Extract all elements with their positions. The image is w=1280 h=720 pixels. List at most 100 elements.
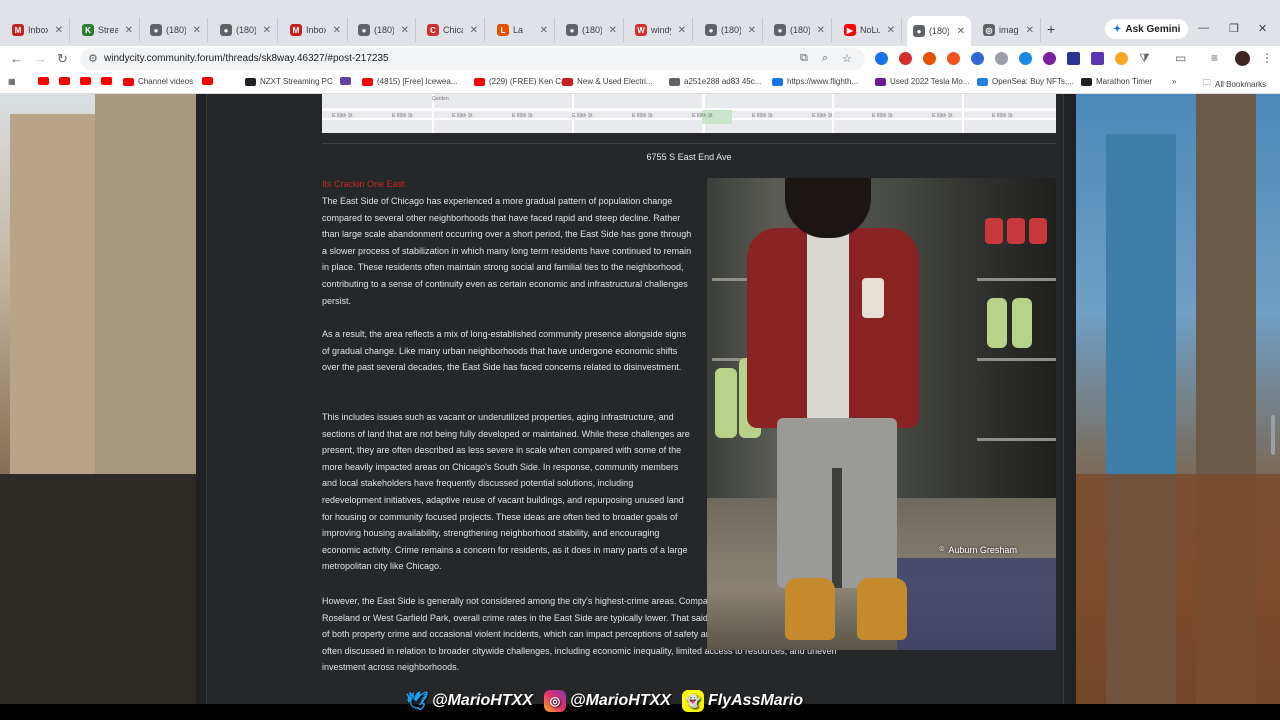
tab-title: La — [513, 25, 524, 35]
browser-tab[interactable]: ● (180) ✕ — [352, 18, 416, 42]
tab-strip: M Inbox ✕ K Stream ✕ ● (180) ✕ ● (180) ✕ M Inbox ✕ ● (18… — [0, 0, 1280, 46]
browser-toolbar: ← → ↻ ⚙ windycity.community.forum/thread… — [0, 46, 1280, 72]
side-panel-icon[interactable]: ▭ — [1175, 51, 1186, 65]
shield-icon[interactable] — [995, 52, 1008, 65]
browser-tab[interactable]: M Inbox ✕ — [284, 18, 348, 42]
browser-tab[interactable]: ● (180) ✕ — [144, 18, 208, 42]
bookmark-item[interactable] — [59, 77, 70, 85]
extension-icon[interactable] — [1067, 52, 1080, 65]
browser-tab[interactable]: K Stream ✕ — [76, 18, 140, 42]
browser-tab[interactable]: C Chica ✕ — [421, 18, 485, 42]
close-tab-icon[interactable]: ✕ — [401, 25, 409, 36]
browser-tab[interactable]: L La ✕ — [491, 18, 555, 42]
location-pin-icon: ⌾ — [939, 544, 945, 554]
more-bookmarks-icon[interactable]: » — [1172, 77, 1176, 86]
browser-tab[interactable]: Wwindy ✕ — [629, 18, 693, 42]
bookmark-item[interactable] — [202, 77, 213, 85]
close-tab-icon[interactable]: ✕ — [678, 25, 686, 36]
tab-title: (180) — [721, 25, 741, 35]
new-tab-button[interactable]: + — [1047, 21, 1055, 37]
browser-tab[interactable]: ▶ NoLu ✕ — [838, 18, 902, 42]
close-tab-icon[interactable]: ✕ — [817, 25, 825, 36]
photo-location-label: Auburn Gresham — [948, 544, 1017, 555]
zoom-icon[interactable]: ⌕ — [822, 52, 828, 65]
extension-icon[interactable] — [1091, 52, 1104, 65]
menu-kebab-icon[interactable]: ⋮ — [1261, 51, 1273, 65]
bookmark-item[interactable] — [340, 77, 351, 85]
bookmark-label: NZXT Streaming PC — [260, 77, 333, 86]
bookmark-item[interactable]: https://www.flighth... — [772, 77, 858, 86]
extension-icon[interactable] — [1043, 52, 1056, 65]
forum-icon: ● — [566, 24, 578, 36]
bookmark-item[interactable]: (4815) [Free] Icewea... — [362, 77, 457, 86]
map-street-label: E 69th St — [632, 113, 653, 119]
bookmark-item[interactable]: (229) (FREE) Ken Car... — [474, 77, 574, 86]
browser-tab[interactable]: ● (180) ✕ — [214, 18, 278, 42]
map-embed[interactable]: Garden E 69th St E 69th St E 69th St E 69th… — [322, 94, 1056, 133]
extension-icon[interactable] — [1115, 52, 1128, 65]
browser-tab[interactable]: ◎ image ✕ — [977, 18, 1041, 42]
browser-tab[interactable]: ● (180) ✕ — [699, 18, 763, 42]
metamask-icon[interactable] — [923, 52, 936, 65]
bookmark-item[interactable]: New & Used Electri... — [562, 77, 653, 86]
bookmark-item[interactable]: OpenSea: Buy NFTs,... — [977, 77, 1074, 86]
apps-grid-icon[interactable]: ▦ — [8, 77, 16, 86]
restore-icon[interactable]: ❐ — [1229, 22, 1239, 35]
close-tab-icon[interactable]: ✕ — [333, 25, 341, 36]
bookmark-favicon-icon — [59, 77, 70, 85]
back-icon[interactable]: ← — [10, 51, 23, 66]
close-tab-icon[interactable]: ✕ — [887, 25, 895, 36]
bookmark-favicon-icon — [1081, 77, 1092, 86]
url-text[interactable]: windycity.community.forum/threads/sk8way… — [104, 53, 389, 64]
tab-title: Inbox — [28, 25, 48, 35]
minimize-icon[interactable]: — — [1198, 22, 1209, 34]
bookmark-item[interactable]: Channel videos — [123, 77, 193, 86]
browser-tab[interactable]: ● (180) ✕ — [560, 18, 624, 42]
close-tab-icon[interactable]: ✕ — [609, 25, 617, 36]
post-photo[interactable]: ⌾ Auburn Gresham — [707, 178, 1056, 650]
bookmark-item[interactable]: a251e288 ad83 45c... — [669, 77, 761, 86]
forum-icon: ● — [913, 25, 925, 37]
browser-tab[interactable]: ● (180) ✕ — [768, 18, 832, 42]
bookmark-label: https://www.flighth... — [787, 77, 859, 86]
bookmark-item[interactable]: NZXT Streaming PC — [245, 77, 333, 86]
extension-icon[interactable] — [971, 52, 984, 65]
ask-gemini-button[interactable]: ✦ Ask Gemini — [1105, 19, 1189, 39]
scrollbar-thumb[interactable] — [1271, 415, 1275, 455]
bookmark-item[interactable]: Marathon Timer — [1081, 77, 1152, 86]
extension-icon[interactable] — [1019, 52, 1032, 65]
extension-icon[interactable] — [947, 52, 960, 65]
close-tab-icon[interactable]: ✕ — [193, 25, 201, 36]
bookmark-item[interactable] — [101, 77, 112, 85]
gemini-icon: ✦ — [1113, 23, 1122, 35]
close-tab-icon[interactable]: ✕ — [470, 25, 478, 36]
close-window-icon[interactable]: ✕ — [1258, 22, 1267, 35]
close-tab-icon[interactable]: ✕ — [55, 25, 63, 36]
bookmark-star-icon[interactable]: ☆ — [842, 52, 852, 65]
close-tab-icon[interactable]: ✕ — [1026, 25, 1034, 36]
extension-icon[interactable] — [875, 52, 888, 65]
close-tab-icon[interactable]: ✕ — [540, 25, 548, 36]
media-control-icon[interactable]: ≡ — [1211, 51, 1218, 65]
extensions-puzzle-icon[interactable]: ⧩ — [1139, 51, 1150, 66]
site-info-icon[interactable]: ⚙ — [88, 52, 98, 65]
forward-icon[interactable]: → — [34, 51, 47, 66]
close-tab-icon[interactable]: ✕ — [125, 25, 133, 36]
address-bar[interactable]: ⚙ windycity.community.forum/threads/sk8w… — [80, 48, 865, 70]
close-tab-icon[interactable]: ✕ — [263, 25, 271, 36]
reload-icon[interactable]: ↻ — [57, 51, 68, 67]
all-bookmarks-button[interactable]: 🗀 All Bookmarks — [1203, 77, 1266, 91]
install-app-icon[interactable]: ⧉ — [800, 52, 808, 65]
bookmark-favicon-icon — [340, 77, 351, 85]
bookmark-item[interactable]: Used 2022 Tesla Mo... — [875, 77, 969, 86]
close-tab-icon[interactable]: ✕ — [957, 26, 965, 37]
bookmark-item[interactable] — [80, 77, 91, 85]
browser-tab[interactable]: M Inbox ✕ — [6, 18, 70, 42]
close-tab-icon[interactable]: ✕ — [748, 25, 756, 36]
post-paragraph-1: The East Side of Chicago has experienced… — [322, 196, 692, 306]
avatar[interactable] — [1235, 51, 1250, 66]
browser-tab[interactable]: ● (180) ✕ — [907, 16, 971, 46]
forum-icon: ● — [150, 24, 162, 36]
extension-icon[interactable] — [899, 52, 912, 65]
bookmark-item[interactable] — [38, 77, 49, 85]
